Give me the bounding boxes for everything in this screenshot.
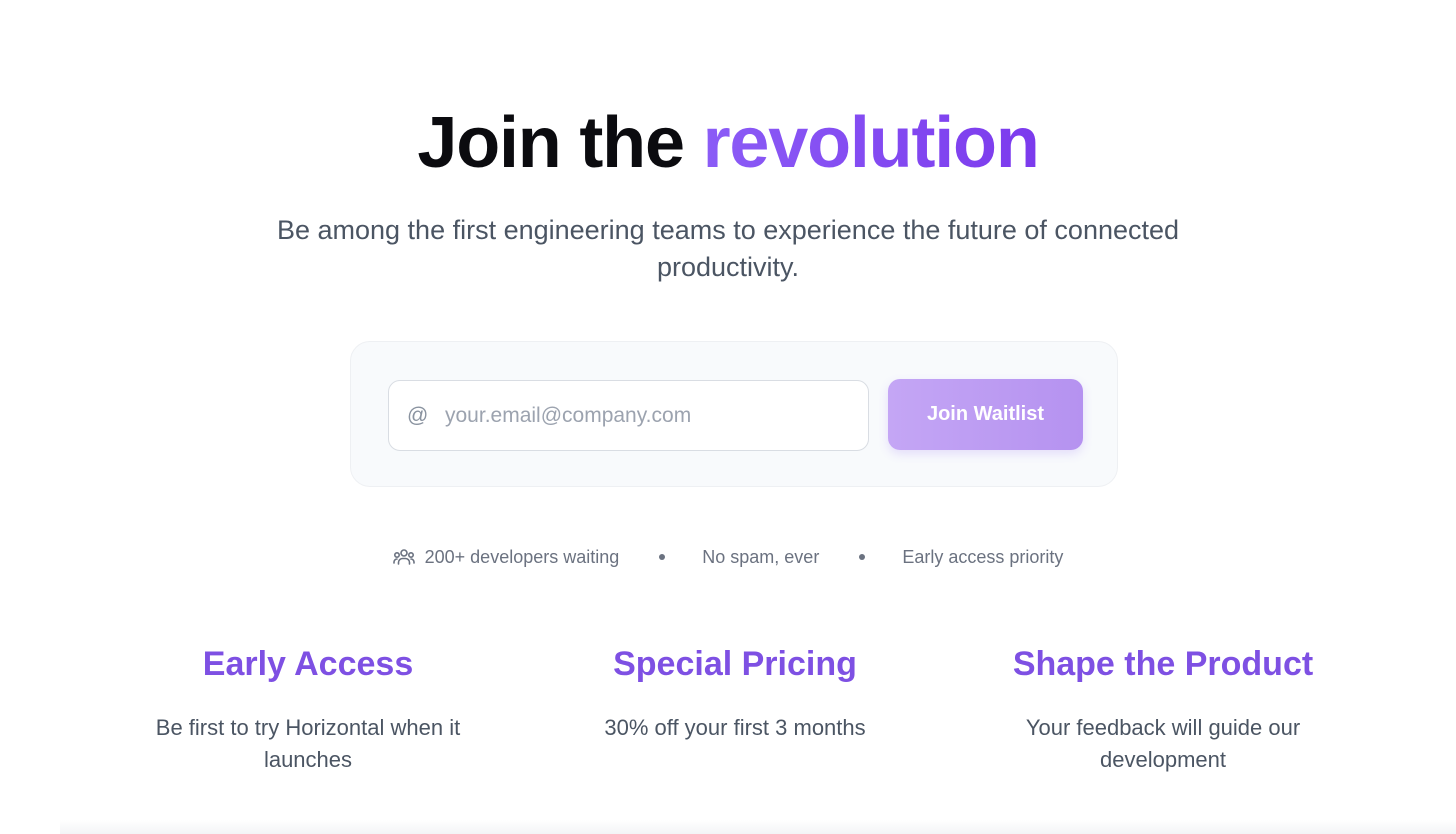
separator-dot: [659, 554, 666, 560]
developers-waiting-item: 200+ developers waiting: [392, 546, 620, 568]
bottom-fade: [60, 820, 1456, 834]
feature-title: Shape the Product: [1012, 645, 1314, 683]
feature-title: Early Access: [202, 645, 414, 683]
email-field[interactable]: @: [388, 380, 869, 451]
waitlist-page: Join the revolution Be among the first e…: [0, 0, 1456, 834]
at-sign-icon: @: [407, 403, 429, 427]
hero-title-prefix: Join the: [417, 103, 703, 183]
feature-early-access: Early Access Be first to try Horizontal …: [98, 640, 518, 776]
meta-row: 200+ developers waiting No spam, ever Ea…: [0, 542, 1456, 572]
feature-description: 30% off your first 3 months: [604, 715, 866, 740]
separator-dot: [859, 554, 866, 560]
hero-title: Join the revolution: [0, 100, 1456, 186]
users-icon: [392, 549, 415, 565]
developers-waiting-text: 200+ developers waiting: [424, 546, 620, 567]
signup-card: @ Join Waitlist: [350, 341, 1118, 487]
email-input[interactable]: [443, 402, 847, 429]
hero-title-accent: revolution: [702, 103, 1040, 183]
feature-description: Be first to try Horizontal when it launc…: [155, 715, 461, 772]
feature-shape-product: Shape the Product Your feedback will gui…: [953, 640, 1373, 776]
hero-subtitle: Be among the first engineering teams to …: [276, 215, 1180, 282]
join-waitlist-button[interactable]: Join Waitlist: [888, 379, 1083, 450]
no-spam-item: No spam, ever: [702, 547, 819, 568]
early-priority-text: Early access priority: [902, 546, 1064, 567]
feature-description: Your feedback will guide our development: [1025, 715, 1301, 772]
feature-title: Special Pricing: [613, 645, 857, 683]
feature-special-pricing: Special Pricing 30% off your first 3 mon…: [525, 640, 945, 744]
early-priority-item: Early access priority: [902, 547, 1063, 568]
no-spam-text: No spam, ever: [702, 546, 820, 567]
